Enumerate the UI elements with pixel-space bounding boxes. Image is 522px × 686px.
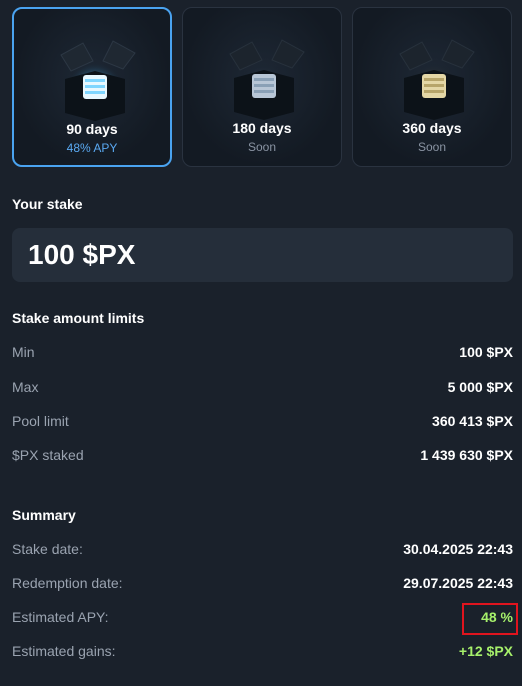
row-value: 5 000 $PX <box>447 379 513 395</box>
row-value: 29.07.2025 22:43 <box>403 575 513 591</box>
pool-cards: 90 days 48% APY 180 days Soon 360 days S… <box>12 7 512 167</box>
limit-row-min: Min 100 $PX <box>12 342 513 362</box>
stake-input[interactable] <box>28 239 513 271</box>
pool-status: Soon <box>247 140 277 154</box>
row-label: Min <box>12 344 35 360</box>
summary-row-estimated-apy: Estimated APY: 48 % <box>12 607 513 627</box>
row-label: Max <box>12 379 39 395</box>
pool-card-360-days[interactable]: 360 days Soon <box>352 7 512 167</box>
summary-row-estimated-gains: Estimated gains: +12 $PX <box>12 641 513 661</box>
pool-title: 180 days <box>232 120 292 136</box>
row-label: $PX staked <box>12 447 84 463</box>
limit-row-pool-limit: Pool limit 360 413 $PX <box>12 411 513 431</box>
staking-panel: 90 days 48% APY 180 days Soon 360 days S… <box>0 0 522 686</box>
limits-heading: Stake amount limits <box>12 310 145 326</box>
limit-row-staked: $PX staked 1 439 630 $PX <box>12 445 513 465</box>
glowing-blue-cube-box-icon <box>60 40 136 121</box>
limit-row-max: Max 5 000 $PX <box>12 377 513 397</box>
pool-title: 360 days <box>402 120 462 136</box>
summary-row-redemption-date: Redemption date: 29.07.2025 22:43 <box>12 573 513 593</box>
row-label: Estimated gains: <box>12 643 116 659</box>
pool-title: 90 days <box>66 121 118 137</box>
row-label: Stake date: <box>12 541 83 557</box>
row-value: +12 $PX <box>458 643 513 659</box>
pool-card-90-days[interactable]: 90 days 48% APY <box>12 7 172 167</box>
stake-field[interactable] <box>12 228 513 282</box>
summary-heading: Summary <box>12 507 76 523</box>
stake-heading: Your stake <box>12 196 83 212</box>
apy-highlight-box <box>462 603 518 635</box>
row-label: Pool limit <box>12 413 69 429</box>
pool-card-180-days[interactable]: 180 days Soon <box>182 7 342 167</box>
summary-row-stake-date: Stake date: 30.04.2025 22:43 <box>12 539 513 559</box>
row-label: Redemption date: <box>12 575 123 591</box>
pool-apy: 48% APY <box>66 141 118 155</box>
row-value: 1 439 630 $PX <box>420 447 513 463</box>
gold-cube-box-icon <box>399 39 475 120</box>
row-value: 100 $PX <box>459 344 513 360</box>
blue-cube-box-icon <box>229 39 305 120</box>
pool-status: Soon <box>417 140 447 154</box>
row-label: Estimated APY: <box>12 609 109 625</box>
row-value: 30.04.2025 22:43 <box>403 541 513 557</box>
row-value: 360 413 $PX <box>432 413 513 429</box>
